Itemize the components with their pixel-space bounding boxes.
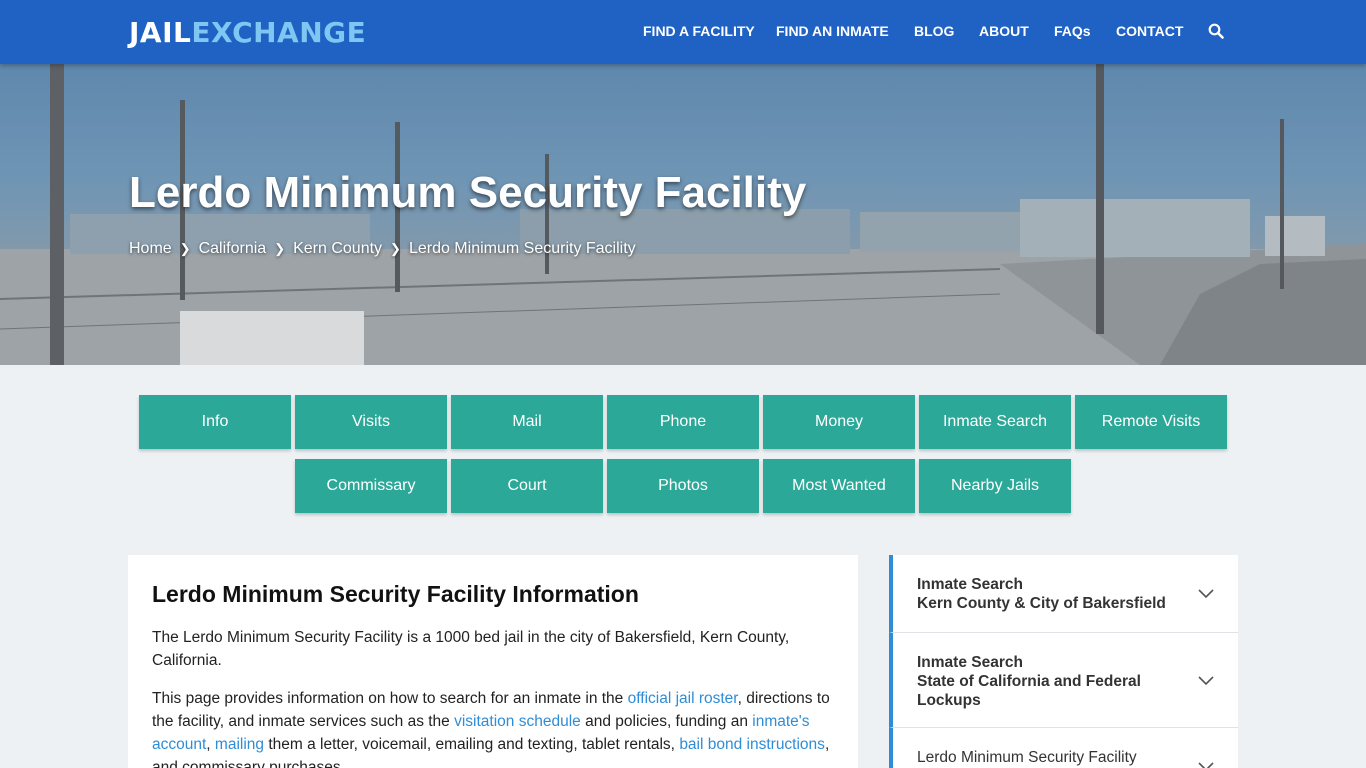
- breadcrumb-california[interactable]: California: [199, 240, 267, 258]
- visits-button[interactable]: Visits: [295, 395, 447, 449]
- chevron-right-icon: ❯: [179, 241, 191, 256]
- visitation-schedule-link[interactable]: visitation schedule: [454, 713, 581, 730]
- chevron-down-icon[interactable]: [1198, 589, 1214, 599]
- jail-roster-link[interactable]: official jail roster: [628, 690, 738, 707]
- intro-paragraph: The Lerdo Minimum Security Facility is a…: [152, 629, 790, 669]
- mail-button[interactable]: Mail: [451, 395, 603, 449]
- court-button[interactable]: Court: [451, 459, 603, 513]
- nav-find-facility[interactable]: FIND A FACILITY: [643, 23, 755, 39]
- mailing-link[interactable]: mailing: [215, 736, 264, 753]
- nav-contact[interactable]: CONTACT: [1116, 23, 1183, 39]
- chevron-down-icon[interactable]: [1198, 762, 1214, 768]
- remote-visits-button[interactable]: Remote Visits: [1075, 395, 1227, 449]
- chevron-down-icon[interactable]: [1198, 676, 1214, 686]
- chevron-right-icon: ❯: [274, 241, 286, 256]
- nav-faqs[interactable]: FAQs: [1054, 23, 1091, 39]
- accordion-inmate-search-state[interactable]: Inmate Search State of California and Fe…: [889, 633, 1238, 728]
- hero-banner: Lerdo Minimum Security Facility Home ❯ C…: [0, 64, 1366, 365]
- photos-button[interactable]: Photos: [607, 459, 759, 513]
- section-heading: Lerdo Minimum Security Facility Informat…: [152, 581, 639, 607]
- most-wanted-button[interactable]: Most Wanted: [763, 459, 915, 513]
- inmate-search-button[interactable]: Inmate Search: [919, 395, 1071, 449]
- facility-info-card: Lerdo Minimum Security Facility Informat…: [128, 555, 858, 768]
- money-button[interactable]: Money: [763, 395, 915, 449]
- page-title: Lerdo Minimum Security Facility: [129, 168, 807, 217]
- bail-bond-link[interactable]: bail bond instructions: [679, 736, 825, 753]
- nav-blog[interactable]: BLOG: [914, 23, 954, 39]
- info-button[interactable]: Info: [139, 395, 291, 449]
- top-navbar: JAILEXCHANGE FIND A FACILITY FIND AN INM…: [0, 0, 1366, 64]
- site-logo[interactable]: JAILEXCHANGE: [129, 16, 366, 49]
- breadcrumb-home[interactable]: Home: [129, 240, 172, 258]
- services-paragraph: This page provides information on how to…: [152, 690, 830, 768]
- accordion-facility[interactable]: Lerdo Minimum Security Facility: [889, 728, 1238, 768]
- breadcrumb-kern-county[interactable]: Kern County: [293, 240, 382, 258]
- nav-about[interactable]: ABOUT: [979, 23, 1029, 39]
- search-icon[interactable]: [1208, 23, 1224, 39]
- nearby-jails-button[interactable]: Nearby Jails: [919, 459, 1071, 513]
- breadcrumb-current: Lerdo Minimum Security Facility: [408, 240, 636, 257]
- sidebar-accordion: Inmate Search Kern County & City of Bake…: [889, 555, 1238, 768]
- chevron-right-icon: ❯: [390, 241, 401, 256]
- nav-find-inmate[interactable]: FIND AN INMATE: [776, 23, 889, 39]
- accordion-inmate-search-kern[interactable]: Inmate Search Kern County & City of Bake…: [889, 555, 1238, 633]
- breadcrumb: Home ❯ California ❯ Kern County ❯ Lerdo …: [129, 240, 636, 258]
- phone-button[interactable]: Phone: [607, 395, 759, 449]
- commissary-button[interactable]: Commissary: [295, 459, 447, 513]
